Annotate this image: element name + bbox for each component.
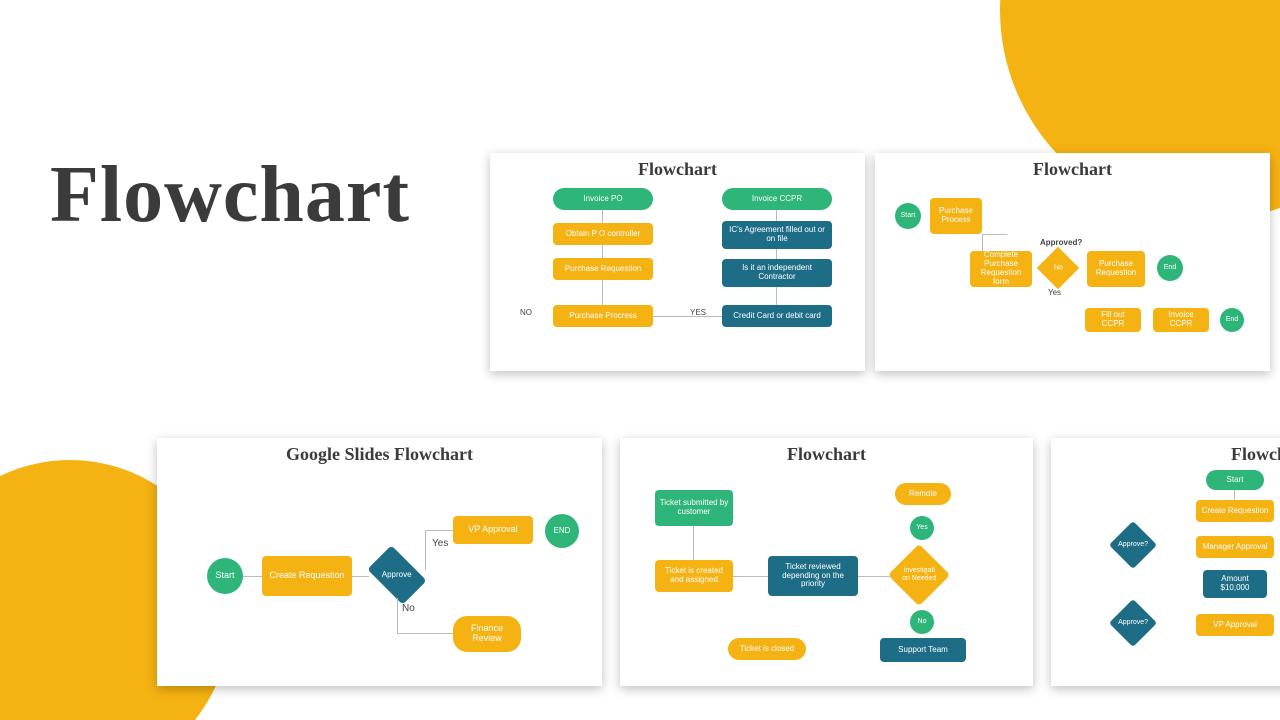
connector <box>653 316 722 317</box>
node-ic-agreement: IC's Agreement filled out or on file <box>722 221 832 249</box>
connector <box>1234 490 1235 500</box>
connector <box>858 576 892 577</box>
node-support: Support Team <box>880 638 966 662</box>
label-approved: Approved? <box>1040 238 1082 247</box>
node-no: No <box>910 610 934 634</box>
label-yes: Yes <box>1048 288 1061 297</box>
decision-investigation: Investigati on Needed <box>888 544 950 606</box>
decision-2: Approve? <box>1109 599 1157 647</box>
slide-5-title: Flowchart <box>1051 438 1280 465</box>
node-vp: VP Approval <box>453 516 533 544</box>
connector <box>397 598 398 633</box>
node-start: Start <box>1206 470 1264 490</box>
connector <box>776 249 777 259</box>
slide-thumb-2[interactable]: Flowchart Start Purchase Process Complet… <box>875 153 1270 371</box>
label-no: NO <box>520 308 532 317</box>
node-finance: Finance Review <box>453 616 521 652</box>
node-amount: Amount $10,000 <box>1203 570 1267 598</box>
connector <box>982 234 983 251</box>
node-credit-card: Credit Card or debit card <box>722 305 832 327</box>
node-end: END <box>545 514 579 548</box>
slide-thumb-1[interactable]: Flowchart Invoice PO Obtain P O controll… <box>490 153 865 371</box>
node-reviewed: Ticket reviewed depending on the priorit… <box>768 556 858 596</box>
node-inv-ccpr: Invoice CCPR <box>1153 308 1209 332</box>
decision-approved: No <box>1037 247 1079 289</box>
connector <box>397 633 453 634</box>
connector <box>602 210 603 223</box>
slide-1-title: Flowchart <box>490 153 865 180</box>
label-no: No <box>402 603 415 614</box>
node-indep-contractor: Is it an independent Contractor <box>722 259 832 287</box>
slide-2-title: Flowchart <box>875 153 1270 180</box>
node-end1: End <box>1157 255 1183 281</box>
slide-4-title: Flowchart <box>620 438 1033 465</box>
node-create-req: Create Requestion <box>262 556 352 596</box>
node-pp: Purchase Process <box>930 198 982 234</box>
node-created: Ticket is created and assigned <box>655 560 733 592</box>
node-invoice-ccpr: Invoice CCPR <box>722 188 832 210</box>
connector <box>733 576 768 577</box>
node-end2: End <box>1220 308 1244 332</box>
node-cprf: Complete Purchase Requestion form <box>970 251 1032 287</box>
node-vp: VP Approval <box>1196 614 1274 636</box>
connector <box>776 287 777 305</box>
node-pr: Purchase Requestion <box>1087 251 1145 287</box>
connector <box>602 245 603 258</box>
slide-3-title: Google Slides Flowchart <box>157 438 602 465</box>
node-obtain-po: Obtain P O controller <box>553 223 653 245</box>
connector <box>425 530 453 531</box>
connector <box>776 210 777 221</box>
connector <box>425 530 426 570</box>
node-mgr: Manager Approval <box>1196 536 1274 558</box>
connector <box>982 234 1007 235</box>
node-remote: Remote <box>895 483 951 505</box>
node-yes: Yes <box>910 516 934 540</box>
headline: Flowchart <box>50 150 410 241</box>
slide-thumb-5[interactable]: Flowchart Start Create Requestion Approv… <box>1051 438 1280 686</box>
node-fill-ccpr: Fill out CCPR <box>1085 308 1141 332</box>
node-submitted: Ticket submitted by customer <box>655 490 733 526</box>
node-cr: Create Requestion <box>1196 500 1274 522</box>
decision-1: Approve? <box>1109 521 1157 569</box>
connector <box>352 576 369 577</box>
label-yes: Yes <box>432 538 448 549</box>
decision-approve: Approve <box>367 545 426 604</box>
connector <box>602 280 603 305</box>
slide-thumb-4[interactable]: Flowchart Ticket submitted by customer T… <box>620 438 1033 686</box>
label-yes: YES <box>690 308 706 317</box>
connector <box>243 576 262 577</box>
node-pp: Purchase Procress <box>553 305 653 327</box>
node-start: Start <box>895 203 921 229</box>
node-invoice-po: Invoice PO <box>553 188 653 210</box>
node-closed: Ticket is closed <box>728 638 806 660</box>
connector <box>693 526 694 560</box>
node-pr: Purchase Requestion <box>553 258 653 280</box>
node-start: Start <box>207 558 243 594</box>
slide-thumb-3[interactable]: Google Slides Flowchart Start Create Req… <box>157 438 602 686</box>
